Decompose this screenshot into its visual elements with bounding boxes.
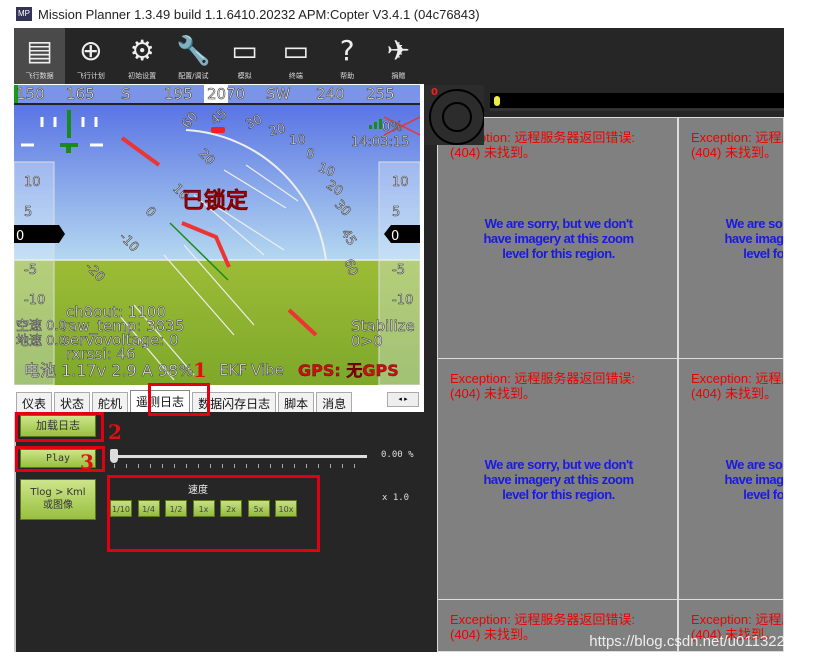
speed-readout: x 1.0 <box>382 493 410 503</box>
link-quality: 0% <box>382 120 403 136</box>
tile-exception-text: Exception: 远程服务器返回错误: (404) 未找到。 <box>450 371 635 401</box>
help-icon: ? <box>339 34 355 67</box>
annotation-number-2: 2 <box>108 420 122 444</box>
flight-data-icon: ▤ <box>26 34 53 67</box>
armed-status: 已锁定 <box>182 189 249 214</box>
altitude-tape-label: -5 <box>392 263 406 279</box>
heading-tape: 150 165 S 195 2070 SW 240 255 <box>14 85 420 105</box>
map-status-bar <box>490 93 784 111</box>
toolbar-terminal-button[interactable]: ▭ 终端 <box>270 28 321 84</box>
gps-status: GPS: 无GPS <box>298 361 399 380</box>
battery-readout: 电池 1.17v 2.9 A 98% <box>24 361 194 380</box>
tlog-to-kml-button[interactable]: Tlog > Kml 或图像 <box>20 479 96 520</box>
donate-icon: ✈ <box>386 34 411 67</box>
toolbar-label: 配置/调试 <box>178 72 209 80</box>
progress-readout: 0.00 % <box>381 450 414 460</box>
heading-tick-label: 195 <box>164 85 193 103</box>
map-tile: Exception: 远程服务器返回错误: (404) 未找到。 We are s… <box>678 358 784 600</box>
tile-no-imagery-text: We are sorry, but we don't have imagery … <box>483 216 634 261</box>
annotation-number-1: 1 <box>193 358 207 382</box>
toolbar-label: 模拟 <box>237 72 252 80</box>
heading-tick-label: 255 <box>366 85 395 103</box>
app-logo: MP <box>16 7 32 21</box>
annotation-box-speed <box>107 475 320 552</box>
battery-icon <box>494 96 500 106</box>
ekf-status: EKF <box>219 361 248 379</box>
annotation-box-1 <box>148 383 210 416</box>
toolbar-simulation-button[interactable]: ▭ 模拟 <box>219 28 270 84</box>
hud-clock: 14:03:15 <box>351 135 410 151</box>
toolbar-background <box>424 28 784 85</box>
config-tuning-icon: 🔧 <box>175 34 211 67</box>
toolbar-donate-button[interactable]: ✈ 捐赠 <box>373 28 424 84</box>
altitude-tape-label: 10 <box>392 175 409 191</box>
initial-setup-icon: ⚙ <box>129 34 155 67</box>
toolbar-label: 终端 <box>288 72 303 80</box>
watermark: https://blog.csdn.net/u011322358 <box>589 633 810 650</box>
playback-slider-track[interactable] <box>112 455 367 458</box>
tab-5[interactable]: 脚本 <box>278 392 315 412</box>
rxrssi-readout: rxrssi: 46 <box>66 345 136 363</box>
airspeed-tape-label: 0 <box>16 229 25 244</box>
hud-display: 60 45 30 20 10 0 10 20 30 45 60 20 10 0 -10 -20 10 10 5 5 0 0… <box>14 105 420 385</box>
airspeed-tape-label: 10 <box>24 175 41 191</box>
airspeed-tape-label: 5 <box>24 205 33 221</box>
altitude-tape-label: 5 <box>392 205 401 221</box>
roll-scale-label: 10 <box>288 132 306 149</box>
toolbar-label: 飞行计划 <box>76 72 105 80</box>
toolbar-label: 捐赠 <box>391 72 406 80</box>
toolbar-label: 飞行数据 <box>25 72 54 80</box>
annotation-box-2 <box>15 412 104 442</box>
heading-readout: 0 <box>431 87 438 98</box>
annotation-number-3: 3 <box>80 450 94 474</box>
heading-tick-label: 150 <box>16 85 45 103</box>
heading-tick-label: 2070 <box>207 85 246 103</box>
airspeed-tape-label: -5 <box>24 263 38 279</box>
map-tile: Exception: 远程服务器返回错误: (404) 未找到。 We are s… <box>437 358 678 600</box>
groundspeed-readout: 地速 0.0 <box>16 334 67 350</box>
tab-6[interactable]: 消息 <box>316 392 353 412</box>
tile-no-imagery-text: We are sorry, but we don't have imagery … <box>483 457 634 502</box>
map-tile: Exception: 远程服务器返回错误: (404) 未找到。We are s… <box>437 117 678 359</box>
main-toolbar: ▤ 飞行数据 ⊕ 飞行计划 ⚙ 初始设置 🔧 配置/调试 ▭ 模拟 ▭ 终端? 帮助 ✈ 捐赠 <box>14 28 424 84</box>
heading-tick-label: 165 <box>66 85 95 103</box>
tile-no-imagery-text: We are sorry, but we don't have imagery … <box>724 457 784 502</box>
compass-widget: 0 <box>424 85 485 145</box>
heading-tick-label: 240 <box>316 85 345 103</box>
tab-1[interactable]: 状态 <box>54 392 91 412</box>
flight-plan-icon: ⊕ <box>79 34 103 67</box>
vibe-status: Vibe <box>251 361 284 379</box>
altitude-tape-label: 0 <box>391 229 400 244</box>
heading-tick-label: SW <box>266 85 291 103</box>
tab-scroll-buttons[interactable]: ◂ ▸ <box>387 392 419 407</box>
toolbar-label: 初始设置 <box>128 72 157 80</box>
toolbar-initial-setup-button[interactable]: ⚙ 初始设置 <box>117 28 168 84</box>
toolbar-help-button[interactable]: ? 帮助 <box>322 28 373 84</box>
airspeed-tape-label: -10 <box>24 293 46 309</box>
heading-tick-label: S <box>121 85 131 103</box>
map-tile: Exception: 远程服务器返回错误: (404) 未找到。 We are s… <box>678 117 784 359</box>
tab-0[interactable]: 仪表 <box>16 392 53 412</box>
airspeed-readout: 空速 0.0 <box>16 319 67 335</box>
toolbar-label: 帮助 <box>340 72 355 80</box>
waypoint-readout: 0>0 <box>351 332 383 350</box>
tab-2[interactable]: 舵机 <box>92 392 129 412</box>
toolbar-flight-data-button[interactable]: ▤ 飞行数据 <box>14 28 66 84</box>
altitude-tape-label: -10 <box>392 293 414 309</box>
playback-slider-thumb[interactable] <box>110 449 118 463</box>
simulation-icon: ▭ <box>231 34 258 67</box>
window-title: Mission Planner 1.3.49 build 1.1.6410.20… <box>38 6 480 22</box>
map-view[interactable]: Exception: 远程服务器返回错误: (404) 未找到。 We are s… <box>424 85 784 652</box>
terminal-icon: ▭ <box>282 34 310 67</box>
tile-exception-text: Exception: 远程服务器返回错误: (404) 未找到。 <box>691 371 783 401</box>
tab-bar: 仪表 状态 舵机 遥测日志 数据闪存日志 脚本 消息 <box>14 390 424 412</box>
slider-ticks <box>114 464 366 468</box>
tile-no-imagery-text: We are sorry, but we don't have imagery … <box>724 216 784 261</box>
title-bar: MP Mission Planner 1.3.49 build 1.1.6410… <box>14 0 784 28</box>
toolbar-flight-plan-button[interactable]: ⊕ 飞行计划 <box>65 28 116 84</box>
tile-exception-text: Exception: 远程服务器返回错误: (404) 未找到。 <box>691 130 783 160</box>
toolbar-config-tuning-button[interactable]: 🔧 配置/调试 <box>168 28 219 84</box>
